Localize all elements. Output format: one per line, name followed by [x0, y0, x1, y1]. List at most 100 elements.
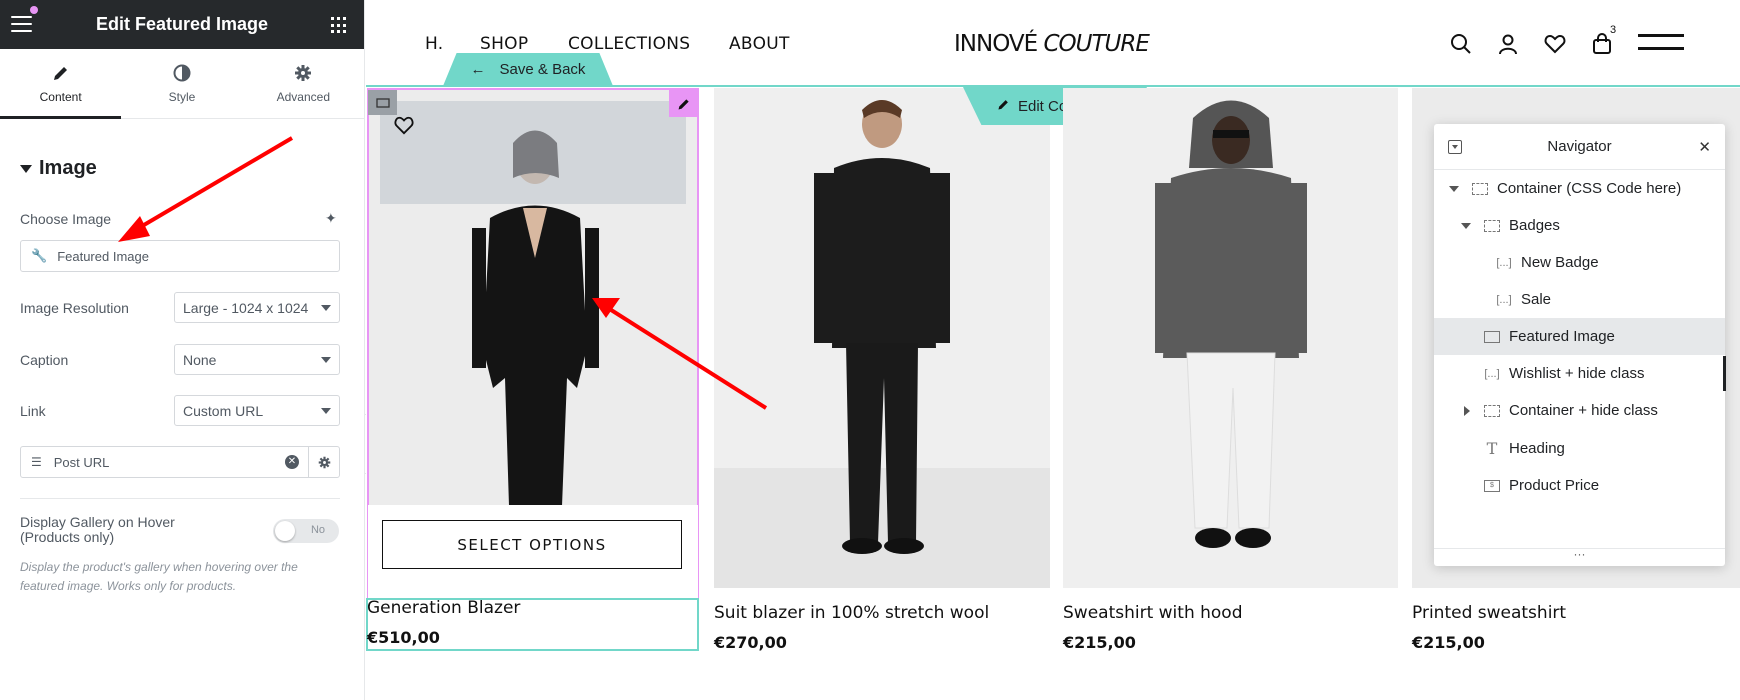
hamburger-menu-icon[interactable] [1638, 34, 1684, 50]
image-icon [1484, 330, 1500, 343]
resolution-select[interactable]: Large - 1024 x 1024 [174, 292, 340, 323]
product-image[interactable] [1063, 88, 1398, 588]
gallery-help-text: Display the product's gallery when hover… [20, 560, 298, 593]
price-icon: $ [1484, 479, 1500, 492]
tab-content[interactable]: Content [0, 49, 122, 119]
caret-down-icon [321, 305, 331, 311]
panel-title: Edit Featured Image [95, 14, 269, 34]
divider [20, 498, 340, 499]
save-and-back-button[interactable]: ← Save & Back [443, 53, 613, 86]
link-select[interactable]: Custom URL [174, 395, 340, 426]
container-icon [1472, 182, 1488, 195]
product-name[interactable]: Sweatshirt with hood [1063, 603, 1243, 623]
search-icon[interactable] [1449, 32, 1473, 56]
navigator-item-active[interactable]: Featured Image [1434, 318, 1725, 355]
product-name[interactable]: Suit blazer in 100% stretch wool [714, 603, 989, 623]
gallery-hover-toggle[interactable]: No [273, 519, 339, 543]
navigator-header: Navigator ✕ [1434, 124, 1725, 170]
container-icon [1484, 404, 1500, 417]
shortcode-icon: [...] [1496, 293, 1512, 306]
tab-label: Content [39, 89, 82, 104]
resolution-label: Image Resolution [20, 300, 129, 316]
half-circle-icon [173, 64, 191, 84]
database-icon: ☰ [31, 455, 42, 469]
dynamic-tag-field[interactable]: ☰ Post URL ✕ [20, 446, 340, 478]
container-icon [1484, 219, 1500, 232]
navigator-item-label: Badges [1509, 217, 1560, 234]
editor-panel: Edit Featured Image Content Style Advanc… [0, 0, 365, 700]
navigator-item-label: Container (CSS Code here) [1497, 180, 1682, 197]
navigator-title: Navigator [1547, 138, 1612, 155]
wrench-icon: 🔧 [31, 248, 48, 263]
select-options-label: SELECT OPTIONS [457, 535, 607, 554]
nav-about[interactable]: ABOUT [729, 34, 790, 54]
navigator-item-label: Product Price [1509, 477, 1600, 494]
widgets-grid-icon[interactable] [331, 17, 348, 34]
navigator-item-label: New Badge [1521, 254, 1599, 271]
product-price: €510,00 [367, 628, 440, 647]
navigator-item[interactable]: [...] New Badge [1434, 244, 1725, 281]
ai-sparkle-icon[interactable]: ✦ [325, 210, 337, 227]
expand-caret-icon[interactable] [1449, 185, 1459, 192]
choose-image-field[interactable]: 🔧 Featured Image [20, 240, 340, 272]
navigator-resize-handle[interactable]: ··· [1434, 548, 1725, 566]
clear-icon[interactable]: ✕ [285, 455, 299, 469]
navigator-item[interactable]: Container (CSS Code here) [1434, 170, 1725, 207]
logo-text: INNOVÉ [954, 31, 1038, 57]
navigator-item-label: Container + hide class [1509, 402, 1658, 419]
link-value: Custom URL [183, 402, 264, 419]
caption-label: Caption [20, 352, 69, 368]
navigator-item[interactable]: Container + hide class [1434, 392, 1725, 429]
pencil-icon [997, 98, 1010, 115]
save-back-label: Save & Back [499, 61, 586, 78]
shortcode-icon: [...] [1484, 367, 1500, 380]
navigator-panel: Navigator ✕ Container (CSS Code here) Ba… [1434, 124, 1725, 566]
tab-style[interactable]: Style [121, 49, 242, 118]
menu-icon[interactable] [11, 6, 38, 32]
tab-advanced[interactable]: Advanced [243, 49, 364, 118]
caret-down-icon [20, 164, 32, 173]
settings-gear-icon[interactable] [308, 447, 340, 477]
site-preview: H. SHOP COLLECTIONS ABOUT INNOVÉ COUTURE… [366, 0, 1740, 700]
tab-label: Advanced [276, 89, 330, 104]
product-name[interactable]: Generation Blazer [367, 598, 520, 618]
toggle-state: No [310, 524, 325, 536]
choose-image-value: Featured Image [57, 248, 149, 264]
navigator-item-label: Heading [1509, 440, 1565, 457]
nav-shop[interactable]: SHOP [480, 34, 528, 54]
navigator-item[interactable]: T Heading [1434, 430, 1725, 467]
pencil-icon [52, 64, 70, 84]
product-price: €215,00 [1063, 633, 1136, 652]
heading-icon: T [1486, 439, 1498, 458]
product-price: €215,00 [1412, 633, 1485, 652]
wishlist-heart-icon[interactable] [1543, 32, 1567, 56]
product-name[interactable]: Printed sweatshirt [1412, 603, 1566, 623]
collapse-all-icon[interactable] [1448, 140, 1462, 154]
navigator-item[interactable]: [...] Wishlist + hide class [1434, 355, 1725, 392]
select-options-button[interactable]: SELECT OPTIONS [382, 520, 682, 569]
caret-down-icon [321, 357, 331, 363]
choose-image-label: Choose Image [20, 211, 112, 227]
caption-value: None [183, 351, 217, 368]
close-icon[interactable]: ✕ [1698, 138, 1711, 156]
gear-icon [294, 64, 312, 84]
dynamic-tag-value: Post URL [53, 454, 110, 470]
navigator-item[interactable]: Badges [1434, 207, 1725, 244]
account-icon[interactable] [1496, 32, 1520, 56]
site-logo[interactable]: INNOVÉ COUTURE [954, 31, 1150, 57]
caption-select[interactable]: None [174, 344, 340, 375]
container-handle-icon[interactable] [368, 90, 397, 115]
expand-caret-icon[interactable] [1464, 405, 1470, 416]
section-toggle-image[interactable]: Image [20, 157, 97, 180]
nav-collections[interactable]: COLLECTIONS [568, 34, 690, 54]
navigator-scrollbar[interactable] [1723, 356, 1726, 391]
product-image[interactable] [714, 88, 1050, 588]
navigator-item[interactable]: [...] Sale [1434, 281, 1725, 318]
navigator-item-label: Sale [1521, 291, 1552, 308]
nav-home[interactable]: H. [425, 34, 444, 54]
navigator-item[interactable]: $ Product Price [1434, 467, 1725, 504]
expand-caret-icon[interactable] [1461, 222, 1471, 229]
panel-header: Edit Featured Image [0, 0, 364, 49]
edit-widget-pencil-icon[interactable] [669, 90, 698, 117]
arrow-left-icon: ← [470, 61, 486, 78]
